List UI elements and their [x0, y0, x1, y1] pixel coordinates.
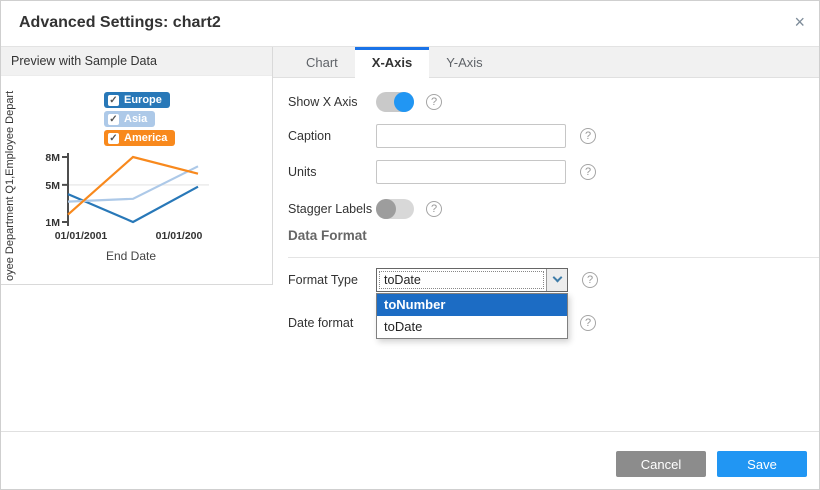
legend-label: Europe	[124, 94, 162, 106]
format-type-value: toDate	[384, 273, 421, 287]
checkbox-icon: ✓	[108, 95, 119, 106]
toggle-knob	[394, 92, 414, 112]
tab-bar: ChartX-AxisY-Axis	[273, 47, 819, 78]
preview-chart: 8M 5M 1M01/01/2001 01/01/200End Date	[28, 147, 240, 273]
x-axis-settings-panel: Show X Axis ? Caption ? Units ? Stagger …	[273, 78, 819, 431]
show-x-axis-label: Show X Axis	[288, 95, 376, 109]
y-axis-label: oyee Department Q1,Employee Depart	[4, 87, 16, 281]
chevron-down-icon[interactable]	[546, 269, 567, 291]
caption-label: Caption	[288, 129, 376, 143]
x-tick-label: 01/01/200	[156, 230, 203, 242]
preview-panel: Preview with Sample Data oyee Department…	[1, 47, 273, 285]
stagger-labels-row: Stagger Labels ?	[288, 197, 442, 221]
series-line-america	[68, 157, 198, 215]
help-icon[interactable]: ?	[580, 128, 596, 144]
help-icon[interactable]: ?	[426, 94, 442, 110]
data-format-section-title: Data Format	[288, 228, 367, 243]
option-tonumber[interactable]: toNumber	[377, 294, 567, 316]
show-x-axis-toggle[interactable]	[376, 92, 414, 112]
tab-chart[interactable]: Chart	[289, 47, 355, 77]
chart-legend: ✓ Europe ✓ Asia ✓ America	[104, 92, 175, 146]
checkbox-icon: ✓	[108, 114, 119, 125]
units-label: Units	[288, 165, 376, 179]
y-tick-label: 8M	[45, 152, 60, 164]
preview-header: Preview with Sample Data	[1, 47, 272, 76]
format-type-label: Format Type	[288, 273, 376, 287]
format-type-row: Format Type toDate ?	[288, 268, 598, 292]
format-type-options-list: toNumbertoDate	[376, 293, 568, 339]
checkbox-icon: ✓	[108, 133, 119, 144]
y-tick-label: 5M	[45, 180, 60, 192]
dialog-footer: Cancel Save	[1, 431, 819, 489]
close-icon[interactable]: ×	[794, 12, 805, 32]
stagger-labels-toggle[interactable]	[376, 199, 414, 219]
legend-item-asia[interactable]: ✓ Asia	[104, 111, 155, 127]
toggle-knob	[376, 199, 396, 219]
x-tick-label: 01/01/2001	[55, 230, 108, 242]
save-button[interactable]: Save	[717, 451, 807, 477]
legend-item-america[interactable]: ✓ America	[104, 130, 175, 146]
cancel-button[interactable]: Cancel	[616, 451, 706, 477]
series-line-europe	[68, 187, 198, 222]
stagger-labels-label: Stagger Labels	[288, 202, 376, 216]
units-row: Units ?	[288, 160, 596, 184]
format-type-select[interactable]: toDate	[376, 268, 568, 292]
date-format-label: Date format	[288, 316, 376, 330]
dialog-header: Advanced Settings: chart2 ×	[1, 1, 819, 47]
tab-y-axis[interactable]: Y-Axis	[429, 47, 499, 77]
caption-input[interactable]	[376, 124, 566, 148]
show-x-axis-row: Show X Axis ?	[288, 90, 442, 114]
help-icon[interactable]: ?	[580, 164, 596, 180]
help-icon[interactable]: ?	[580, 315, 596, 331]
units-input[interactable]	[376, 160, 566, 184]
y-tick-label: 1M	[45, 217, 60, 229]
dialog-title: Advanced Settings: chart2	[19, 14, 221, 32]
legend-label: Asia	[124, 113, 147, 125]
legend-label: America	[124, 132, 167, 144]
tab-x-axis[interactable]: X-Axis	[355, 47, 429, 78]
caption-row: Caption ?	[288, 124, 596, 148]
advanced-settings-dialog: Advanced Settings: chart2 × Preview with…	[0, 0, 820, 490]
help-icon[interactable]: ?	[582, 272, 598, 288]
option-todate[interactable]: toDate	[377, 316, 567, 338]
section-divider	[288, 257, 819, 258]
help-icon[interactable]: ?	[426, 201, 442, 217]
x-axis-title: End Date	[106, 249, 156, 263]
legend-item-europe[interactable]: ✓ Europe	[104, 92, 170, 108]
